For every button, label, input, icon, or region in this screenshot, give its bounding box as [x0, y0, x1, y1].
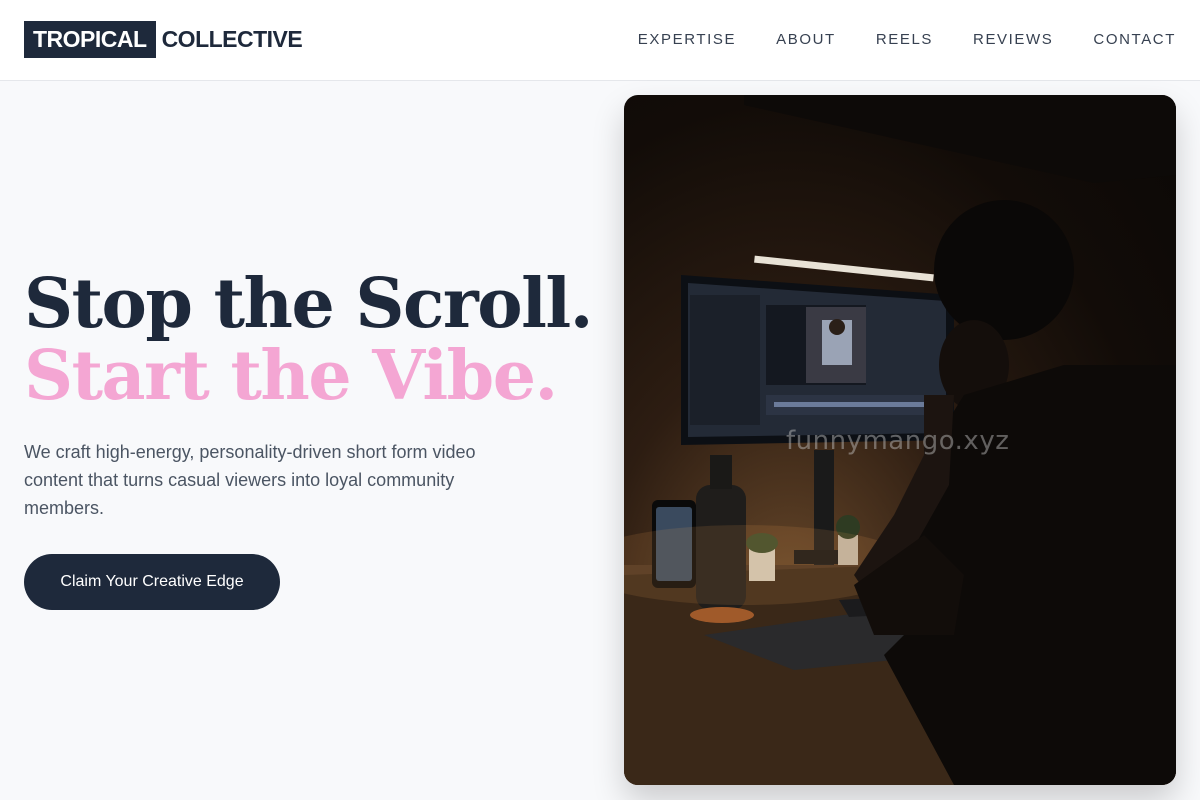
- nav-link-reels[interactable]: REELS: [876, 29, 933, 51]
- claim-creative-edge-button[interactable]: Claim Your Creative Edge: [24, 554, 280, 610]
- hero-description: We craft high-energy, personality-driven…: [24, 442, 476, 518]
- site-header: TROPICAL COLLECTIVE EXPERTISE ABOUT REEL…: [0, 0, 1200, 81]
- nav-link-reviews[interactable]: REVIEWS: [973, 29, 1053, 51]
- nav-link-about[interactable]: ABOUT: [776, 29, 836, 51]
- nav-link-expertise[interactable]: EXPERTISE: [638, 29, 736, 51]
- brand-logo-box: TROPICAL: [24, 21, 156, 58]
- nav-link-contact[interactable]: CONTACT: [1093, 29, 1176, 51]
- brand-logo-text: COLLECTIVE: [161, 26, 303, 52]
- main-nav: EXPERTISE ABOUT REELS REVIEWS CONTACT: [638, 29, 1176, 51]
- hero-title-line1: Stop the Scroll.: [24, 264, 593, 344]
- brand-logo[interactable]: TROPICAL COLLECTIVE: [24, 21, 303, 58]
- image-watermark: funnymango.xyz: [786, 426, 1010, 456]
- hero-title-line2: Start the Vibe.: [24, 336, 558, 416]
- hero-title: Stop the Scroll. Start the Vibe.: [24, 264, 593, 416]
